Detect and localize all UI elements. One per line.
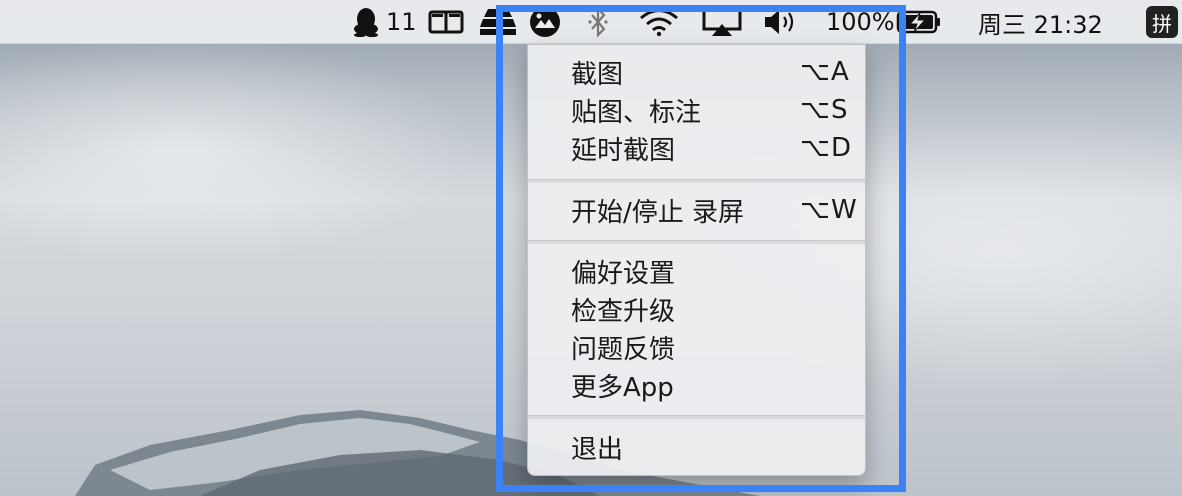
menu-separator (528, 179, 865, 183)
menu-item-delayed-screenshot[interactable]: 延时截图 ⌥D (528, 129, 865, 167)
qq-status-item[interactable]: 11 (352, 0, 417, 44)
ufo-stack-icon (480, 9, 516, 35)
qq-penguin-icon (354, 8, 378, 37)
volume-status-item[interactable] (762, 0, 800, 44)
wifi-status-item[interactable] (638, 0, 680, 44)
airplay-status-item[interactable] (702, 0, 742, 44)
menu-item-quit[interactable]: 退出 (528, 428, 865, 466)
battery-status-item[interactable] (896, 0, 942, 44)
menu-item-screen-record[interactable]: 开始/停止 录屏 ⌥W (528, 191, 865, 229)
menu-item-label: 偏好设置 (571, 258, 676, 289)
menu-bar: 11 100% 周三 21:32 拼 (0, 0, 1182, 44)
qq-message-count: 11 (386, 8, 417, 36)
menu-item-label: 问题反馈 (571, 334, 676, 365)
menu-item-screenshot[interactable]: 截图 ⌥A (528, 53, 865, 91)
input-method-item[interactable]: 拼 (1146, 0, 1178, 44)
battery-percent: 100% (826, 8, 895, 36)
split-view-icon (428, 10, 464, 34)
menu-item-feedback[interactable]: 问题反馈 (528, 328, 865, 366)
menu-item-more-apps[interactable]: 更多App (528, 366, 865, 404)
screenshot-dropdown-menu: 截图 ⌥A 贴图、标注 ⌥S 延时截图 ⌥D 开始/停止 录屏 ⌥W 偏好设置 … (527, 44, 866, 476)
menu-item-check-update[interactable]: 检查升级 (528, 290, 865, 328)
volume-icon (765, 10, 794, 34)
split-view-status-item[interactable] (428, 0, 464, 44)
screenshot-app-status-item[interactable] (528, 0, 562, 44)
menu-item-pin-annotate[interactable]: 贴图、标注 ⌥S (528, 91, 865, 129)
input-method-badge: 拼 (1146, 6, 1178, 38)
wifi-icon (640, 9, 678, 37)
menu-separator (528, 240, 865, 244)
bluetooth-status-item[interactable] (586, 0, 610, 44)
menu-separator (528, 415, 865, 419)
datetime: 周三 21:32 (978, 10, 1103, 39)
battery-percent-item[interactable]: 100% (826, 0, 895, 44)
clock-item[interactable]: 周三 21:32 (978, 0, 1103, 44)
menu-item-label: 退出 (571, 434, 624, 465)
menu-item-shortcut: ⌥A (800, 57, 850, 87)
stack-status-item[interactable] (478, 0, 518, 44)
menu-item-label: 检查升级 (571, 296, 676, 327)
battery-charging-icon (896, 10, 940, 34)
screenshot-app-icon (530, 7, 560, 37)
menu-item-preferences[interactable]: 偏好设置 (528, 252, 865, 290)
menu-item-label: 更多App (571, 372, 674, 403)
menu-item-shortcut: ⌥S (800, 95, 849, 125)
bluetooth-icon (588, 7, 608, 37)
menu-item-shortcut: ⌥D (800, 133, 852, 163)
menu-item-shortcut: ⌥W (800, 195, 858, 225)
airplay-icon (702, 7, 742, 36)
